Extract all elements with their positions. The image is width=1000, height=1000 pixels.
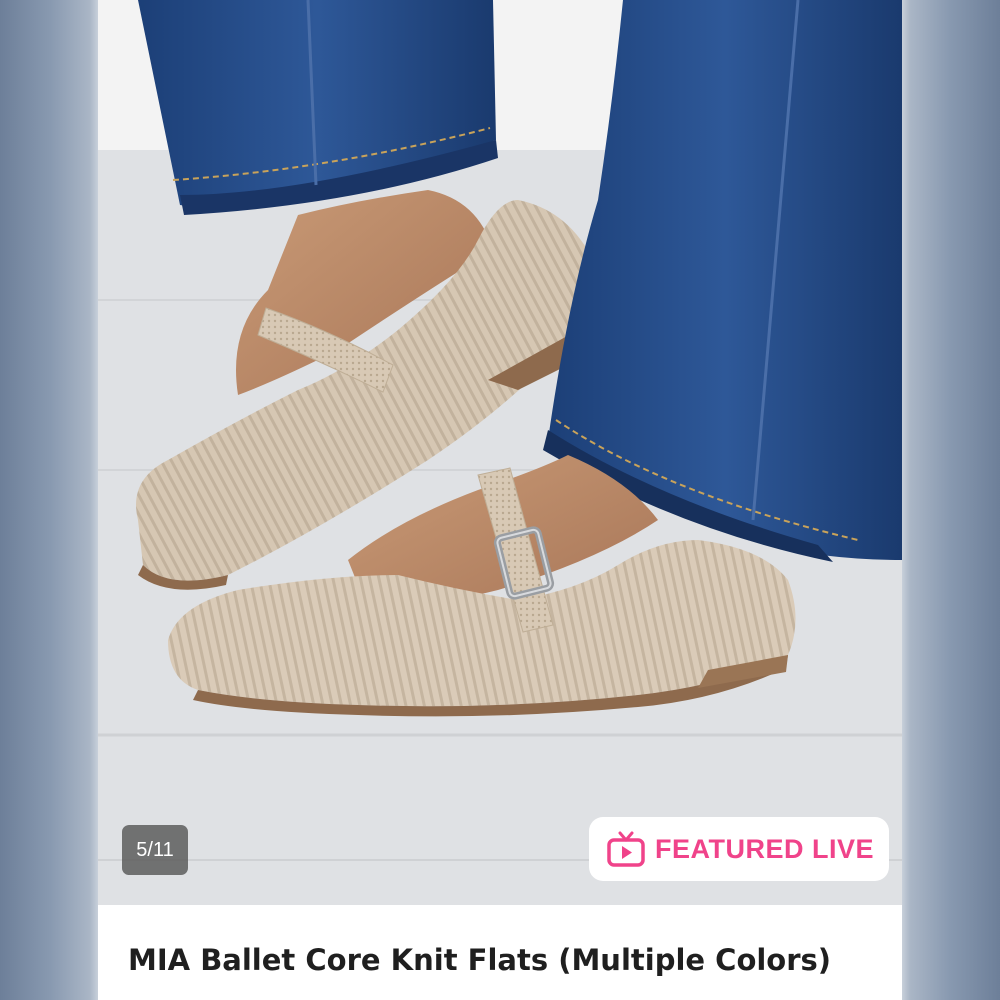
product-image-illustration [98,0,902,905]
product-photo[interactable]: 5/11 FEATURED LIVE [98,0,902,905]
screen: 5/11 FEATURED LIVE MIA Ballet Core Knit … [0,0,1000,1000]
listing-card: 5/11 FEATURED LIVE MIA Ballet Core Knit … [98,0,902,1000]
product-title-bar: MIA Ballet Core Knit Flats (Multiple Col… [98,905,902,1000]
image-counter: 5/11 [122,825,188,875]
tv-play-icon [607,831,645,867]
product-title: MIA Ballet Core Knit Flats (Multiple Col… [128,943,832,977]
featured-live-badge[interactable]: FEATURED LIVE [589,817,889,881]
featured-live-label: FEATURED LIVE [655,833,875,864]
